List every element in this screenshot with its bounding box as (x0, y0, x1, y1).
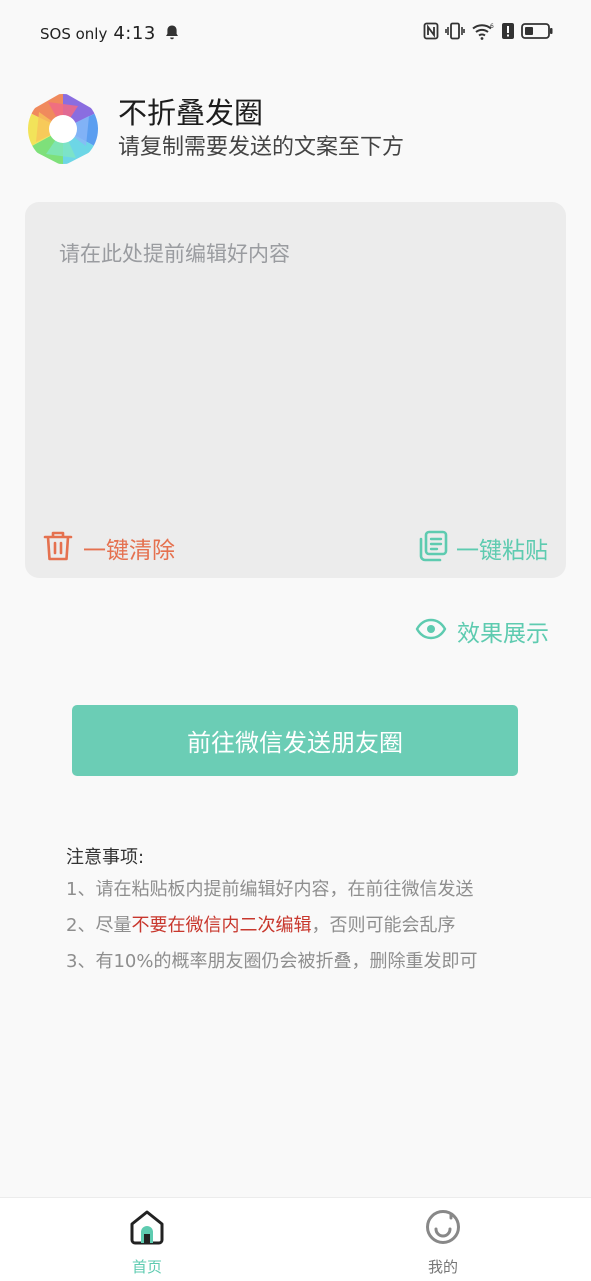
nav-item-me[interactable]: 我的 (393, 1208, 493, 1277)
preview-label: 效果展示 (457, 621, 549, 647)
alert-icon (501, 22, 515, 44)
bell-icon (164, 24, 180, 45)
vibrate-icon (445, 22, 465, 44)
nav-item-home[interactable]: 首页 (97, 1208, 197, 1277)
bottom-nav: 首页 我的 (0, 1197, 591, 1281)
status-bar: SOS only 4:13 6 (0, 0, 591, 64)
content-textarea[interactable] (57, 236, 531, 500)
note-line-2-suffix: ，否则可能会乱序 (311, 915, 456, 936)
preview-link[interactable]: 效果展示 (415, 614, 549, 648)
clipboard-icon (418, 530, 448, 566)
home-icon (128, 1208, 166, 1250)
clear-button-label: 一键清除 (83, 538, 175, 564)
editor-card: 一键清除 一键粘贴 (25, 202, 566, 578)
note-line-2-prefix: 2、尽量 (66, 915, 132, 936)
trash-icon (43, 530, 73, 566)
app-title: 不折叠发圈 (118, 96, 264, 130)
note-line-2: 2、尽量不要在微信内二次编辑，否则可能会乱序 (66, 908, 546, 944)
note-line-3: 3、有10%的概率朋友圈仍会被折叠，删除重发即可 (66, 951, 478, 972)
header-text: 不折叠发圈 请复制需要发送的文案至下方 (118, 95, 404, 163)
open-wechat-moments-button[interactable]: 前往微信发送朋友圈 (72, 705, 518, 776)
app-header: 不折叠发圈 请复制需要发送的文案至下方 (26, 92, 404, 166)
paste-button[interactable]: 一键粘贴 (418, 530, 548, 566)
nav-label-me: 我的 (427, 1258, 458, 1276)
note-line-2-highlight: 不要在微信内二次编辑 (131, 915, 312, 936)
carrier-text: SOS only (40, 25, 108, 43)
notes-section: 注意事项: 1、请在粘贴板内提前编辑好内容，在前往微信发送 2、尽量不要在微信内… (66, 844, 546, 980)
wifi-icon: 6 (471, 22, 495, 44)
notes-title: 注意事项: (66, 847, 145, 868)
status-right: 6 (423, 22, 553, 44)
paste-button-label: 一键粘贴 (456, 538, 548, 564)
aperture-logo-icon (26, 92, 100, 166)
app-subtitle: 请复制需要发送的文案至下方 (118, 135, 405, 160)
smile-icon (424, 1208, 462, 1250)
eye-icon (415, 618, 447, 644)
battery-icon (521, 22, 553, 44)
svg-text:6: 6 (490, 23, 494, 30)
nav-label-home: 首页 (131, 1258, 162, 1276)
status-left: SOS only 4:13 (40, 22, 180, 44)
nfc-icon (423, 22, 439, 44)
note-line-1: 1、请在粘贴板内提前编辑好内容，在前往微信发送 (66, 879, 474, 900)
clock-time: 4:13 (113, 23, 156, 44)
clear-button[interactable]: 一键清除 (43, 530, 175, 566)
